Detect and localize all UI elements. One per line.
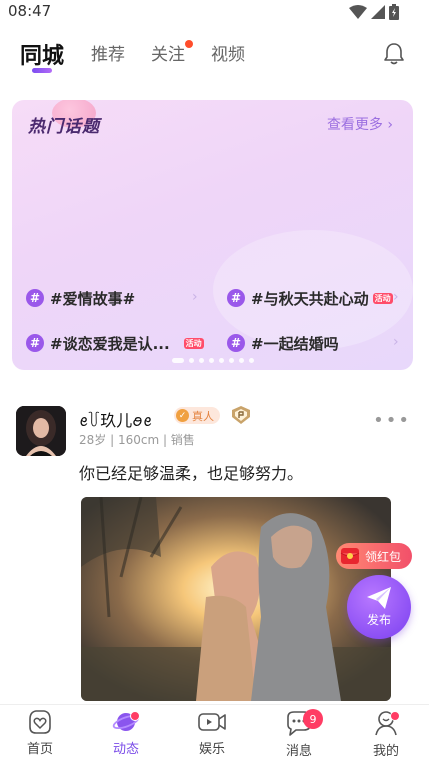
nav-profile-dot — [390, 711, 400, 721]
status-time: 08:47 — [8, 2, 52, 20]
chevron-right-icon: › — [393, 289, 399, 305]
hashtag-icon: # — [26, 334, 44, 352]
event-badge: 活动 — [372, 292, 393, 304]
hot-topics-title: 热门话题 — [28, 117, 100, 137]
verified-label: 真人 — [192, 409, 214, 423]
home-heart-icon — [29, 710, 51, 734]
nav-messages[interactable]: 9 消息 — [269, 709, 329, 759]
nav-profile[interactable]: 我的 — [356, 709, 416, 759]
check-icon: ✓ — [176, 409, 189, 422]
publish-label: 发布 — [366, 613, 391, 627]
bell-icon[interactable] — [383, 42, 405, 66]
post-text: 你已经足够温柔，也足够努力。 — [79, 464, 304, 483]
chevron-right-icon: › — [387, 117, 393, 133]
tab-follow[interactable]: 关注 — [151, 40, 185, 65]
nav-messages-badge: 9 — [303, 709, 323, 729]
nav-entertainment[interactable]: 娱乐 — [182, 709, 242, 757]
see-more-label: 查看更多 — [326, 117, 383, 133]
pager-dot — [172, 358, 184, 363]
status-icons — [349, 4, 399, 20]
hashtag-icon: # — [227, 289, 245, 307]
wifi-icon — [349, 5, 367, 19]
paper-plane-icon — [367, 587, 391, 609]
battery-icon — [389, 4, 399, 20]
nav-moments-dot — [130, 711, 140, 721]
level-badge-icon — [232, 406, 250, 424]
see-more-link[interactable]: 查看更多 › — [327, 114, 393, 134]
nav-profile-label: 我的 — [372, 744, 399, 759]
pager-dot — [239, 358, 244, 363]
status-bar: 08:47 — [0, 0, 429, 24]
nav-home-label: 首页 — [26, 742, 53, 757]
nav-messages-label: 消息 — [285, 744, 312, 759]
publish-button[interactable]: 发布 — [347, 575, 411, 639]
tab-follow-dot — [185, 40, 193, 48]
red-packet-button[interactable]: 领红包 — [336, 543, 412, 569]
red-envelope-icon — [340, 548, 360, 564]
hashtag-icon: # — [227, 334, 245, 352]
hot-topics-card: 热门话题 查看更多 › # #爱情故事# › # #与秋天共赴心动 活动 › #… — [12, 100, 413, 370]
nav-moments[interactable]: 动态 — [96, 709, 156, 757]
topic-label: #爱情故事# — [50, 289, 136, 308]
post-photo[interactable] — [81, 497, 391, 701]
topic-item[interactable]: # #一起结婚吗 — [227, 332, 339, 354]
topic-label: #一起结婚吗 — [251, 334, 339, 353]
chevron-right-icon: › — [192, 289, 198, 305]
pager-dot — [189, 358, 194, 363]
tab-recommend[interactable]: 推荐 — [91, 40, 125, 65]
topic-label: #与秋天共赴心动 — [251, 289, 369, 308]
video-icon — [198, 713, 226, 731]
more-options-icon[interactable]: ••• — [373, 410, 411, 431]
event-badge: 活动 — [183, 337, 204, 349]
post-meta: 28岁 | 160cm | 销售 — [79, 433, 195, 447]
hashtag-icon: # — [26, 289, 44, 307]
tab-video[interactable]: 视频 — [211, 40, 245, 65]
pager-dot — [219, 358, 224, 363]
pager-dot — [229, 358, 234, 363]
pager-dot — [249, 358, 254, 363]
verified-badge: ✓ 真人 — [174, 407, 220, 424]
nav-home[interactable]: 首页 — [10, 709, 70, 757]
nav-entertainment-label: 娱乐 — [198, 742, 225, 757]
avatar[interactable] — [16, 406, 66, 456]
chevron-right-icon: › — [393, 334, 399, 350]
tab-local[interactable]: 同城 — [20, 38, 64, 70]
topic-label: #谈恋爱我是认... — [50, 334, 170, 353]
topic-item[interactable]: # #爱情故事# — [26, 287, 135, 309]
pager-dot — [199, 358, 204, 363]
pager-dot — [209, 358, 214, 363]
signal-icon — [371, 5, 385, 19]
bottom-nav: 首页 动态 娱乐 9 消息 我的 — [0, 704, 429, 760]
top-tabs: 同城 推荐 关注 视频 — [0, 34, 429, 78]
topic-item[interactable]: # #与秋天共赴心动 活动 — [227, 287, 393, 309]
red-packet-label: 领红包 — [365, 549, 402, 564]
topic-item[interactable]: # #谈恋爱我是认... 活动 — [26, 332, 204, 354]
nav-moments-label: 动态 — [112, 742, 139, 757]
tab-active-indicator — [32, 68, 52, 73]
carousel-pager — [172, 358, 254, 363]
